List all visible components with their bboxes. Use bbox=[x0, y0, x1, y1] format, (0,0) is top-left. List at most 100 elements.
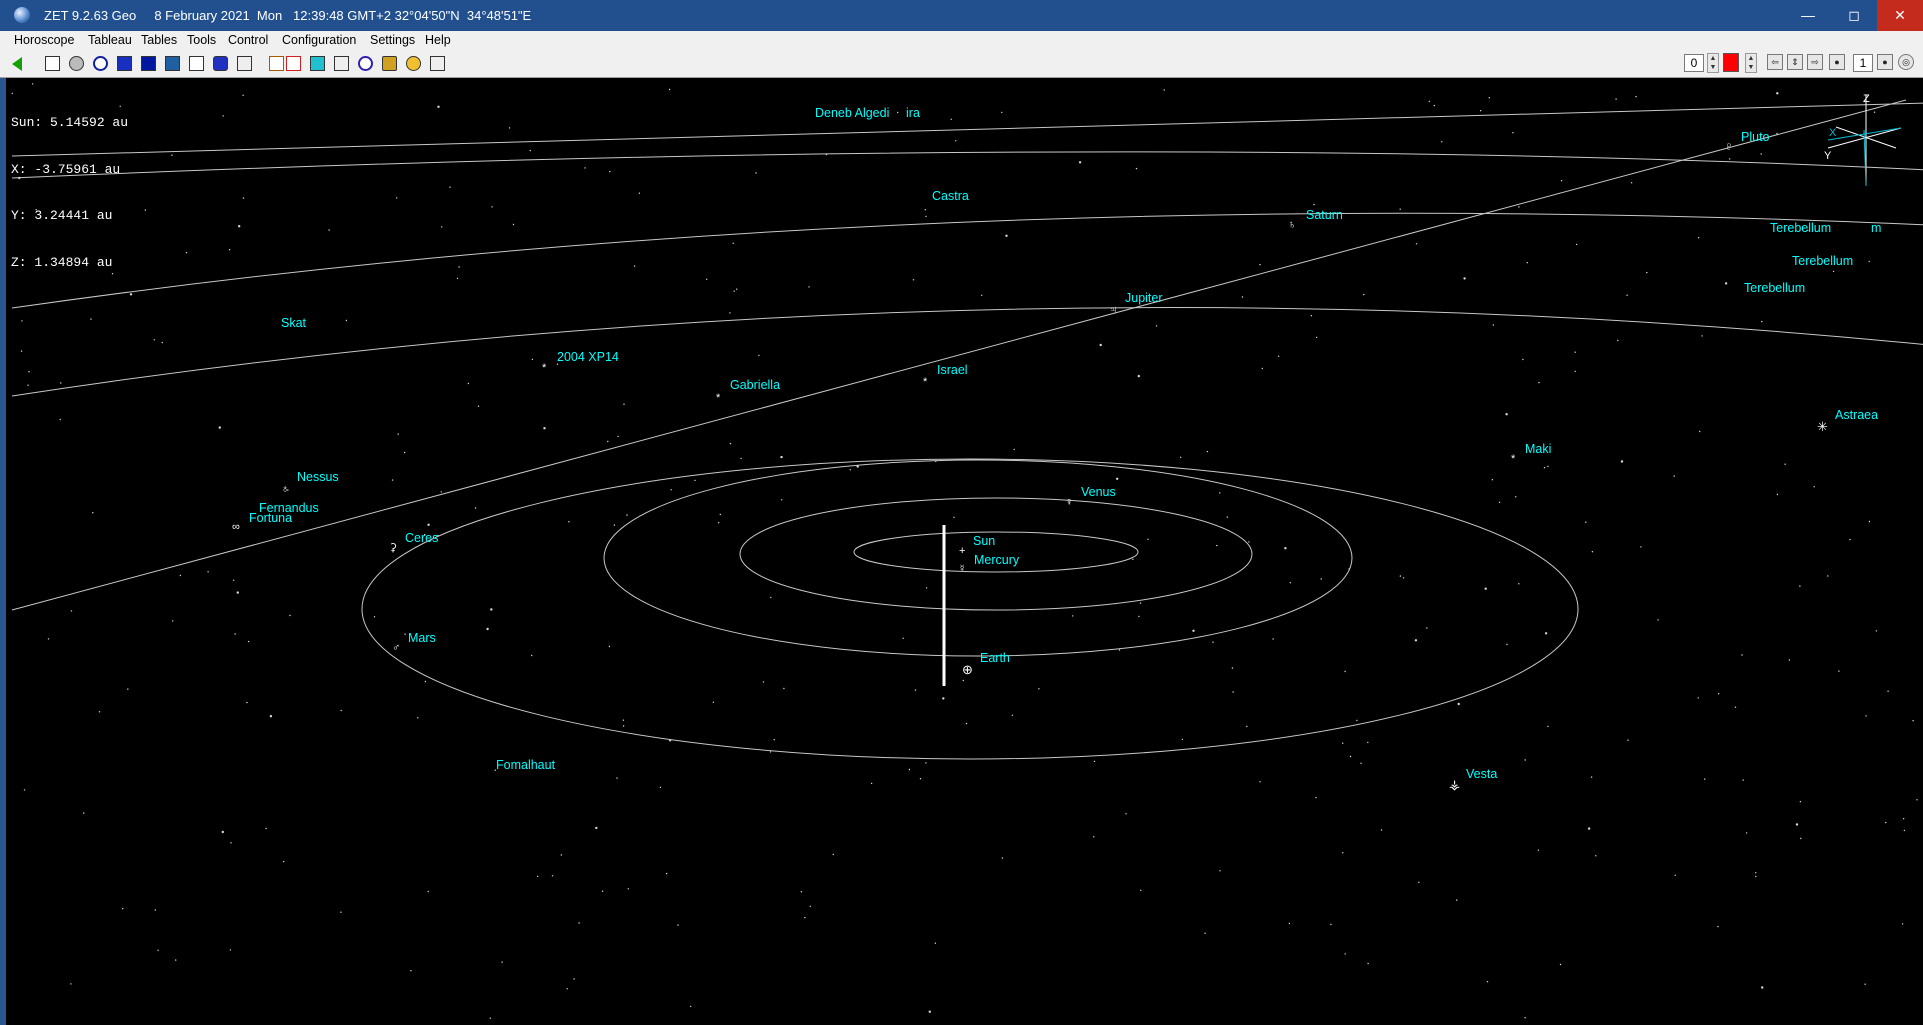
sun-label[interactable]: Sun bbox=[973, 534, 995, 548]
background-star bbox=[595, 826, 598, 830]
castra-label[interactable]: Castra bbox=[932, 189, 969, 203]
cross-table-icon[interactable] bbox=[286, 56, 301, 71]
mars-symbol[interactable]: ♂ bbox=[392, 643, 400, 654]
background-star bbox=[1864, 983, 1866, 985]
value-field-right[interactable]: 1 bbox=[1853, 54, 1873, 72]
background-star bbox=[1524, 1017, 1526, 1019]
xp14-label[interactable]: 2004 XP14 bbox=[557, 350, 619, 364]
sun-symbol[interactable]: + bbox=[959, 546, 965, 557]
background-star bbox=[1717, 925, 1719, 928]
tools-icon[interactable] bbox=[382, 56, 397, 71]
earth-symbol[interactable]: ⊕ bbox=[962, 663, 973, 676]
terebellum-label-3[interactable]: Terebellum bbox=[1744, 281, 1805, 295]
pluto-label[interactable]: Pluto bbox=[1741, 130, 1770, 144]
terebellum-label-1-overlap[interactable]: m bbox=[1871, 221, 1881, 235]
calendar-icon[interactable] bbox=[334, 56, 349, 71]
page-icon[interactable] bbox=[237, 56, 252, 71]
wheel-icon[interactable] bbox=[93, 56, 108, 71]
nessus-symbol[interactable]: ♁ bbox=[281, 484, 289, 495]
background-star bbox=[427, 890, 429, 893]
terebellum-label-2[interactable]: Terebellum bbox=[1792, 254, 1853, 268]
menu-tableau[interactable]: Tableau bbox=[88, 33, 132, 47]
spin-arrows-color[interactable]: ▲ ▼ bbox=[1745, 53, 1757, 73]
background-star bbox=[1799, 585, 1801, 587]
gabriella-label[interactable]: Gabriella bbox=[730, 378, 780, 392]
nessus-label[interactable]: Nessus bbox=[297, 470, 339, 484]
fortuna-symbol[interactable]: ∞ bbox=[232, 522, 240, 533]
background-star bbox=[242, 94, 244, 97]
value-field-left[interactable]: 0 bbox=[1684, 54, 1704, 72]
dot-icon[interactable]: ● bbox=[1829, 54, 1845, 70]
maki-label[interactable]: Maki bbox=[1525, 442, 1551, 456]
menu-horoscope[interactable]: Horoscope bbox=[14, 33, 74, 47]
spin-arrows-left[interactable]: ▲ ▼ bbox=[1707, 53, 1719, 73]
jupiter-label[interactable]: Jupiter bbox=[1125, 291, 1163, 305]
maki-symbol[interactable]: * bbox=[1511, 454, 1515, 465]
chart-grid-icon[interactable] bbox=[141, 56, 156, 71]
back-arrow-icon[interactable] bbox=[12, 57, 22, 71]
jupiter-symbol[interactable]: ♃ bbox=[1109, 305, 1117, 316]
saturn-symbol[interactable]: ♄ bbox=[1288, 220, 1296, 231]
vesta-symbol[interactable]: ⚶ bbox=[1449, 778, 1460, 791]
gabriella-symbol[interactable]: * bbox=[716, 393, 720, 404]
skat-label[interactable]: Skat bbox=[281, 316, 306, 330]
background-star bbox=[1415, 243, 1418, 245]
venus-label[interactable]: Venus bbox=[1081, 485, 1116, 499]
background-star bbox=[236, 591, 239, 594]
fortuna-label[interactable]: Fortuna bbox=[249, 511, 292, 525]
mercury-label[interactable]: Mercury bbox=[974, 553, 1019, 567]
xp14-symbol[interactable]: * bbox=[542, 363, 546, 374]
vesta-label[interactable]: Vesta bbox=[1466, 767, 1497, 781]
close-button[interactable]: ✕ bbox=[1877, 0, 1923, 31]
background-star bbox=[1827, 575, 1829, 577]
menu-tools[interactable]: Tools bbox=[187, 33, 216, 47]
mercury-symbol[interactable]: ☿ bbox=[958, 564, 966, 575]
ira-label[interactable]: ira bbox=[906, 106, 920, 120]
minimize-button[interactable]: — bbox=[1785, 0, 1831, 31]
terebellum-label-1[interactable]: Terebellum bbox=[1770, 221, 1831, 235]
radar-icon[interactable]: ◎ bbox=[1898, 54, 1914, 70]
menu-control[interactable]: Control bbox=[228, 33, 268, 47]
step-up-down-icon[interactable]: ⇕ bbox=[1787, 54, 1803, 70]
background-star bbox=[221, 830, 224, 834]
background-star bbox=[1367, 962, 1369, 965]
ceres-label[interactable]: Ceres bbox=[405, 531, 438, 545]
saturn-label[interactable]: Saturn bbox=[1306, 208, 1343, 222]
mars-label[interactable]: Mars bbox=[408, 631, 436, 645]
step-back-icon[interactable]: ⇦ bbox=[1767, 54, 1783, 70]
table-grid-icon[interactable] bbox=[269, 56, 284, 71]
figure-icon[interactable] bbox=[430, 56, 445, 71]
color-cube-icon[interactable] bbox=[310, 56, 325, 71]
astraea-label[interactable]: Astraea bbox=[1835, 408, 1878, 422]
globe-icon[interactable] bbox=[69, 56, 84, 71]
menu-settings[interactable]: Settings bbox=[370, 33, 415, 47]
dot-small-icon[interactable]: ● bbox=[1877, 54, 1893, 70]
step-forward-icon[interactable]: ⇨ bbox=[1807, 54, 1823, 70]
menu-configuration[interactable]: Configuration bbox=[282, 33, 356, 47]
background-star bbox=[246, 701, 248, 704]
earth-label[interactable]: Earth bbox=[980, 651, 1010, 665]
color-swatch[interactable] bbox=[1723, 53, 1739, 72]
maximize-button[interactable]: ◻ bbox=[1831, 0, 1877, 31]
israel-label[interactable]: Israel bbox=[937, 363, 968, 377]
aspect-grid-icon[interactable] bbox=[165, 56, 180, 71]
table-icon[interactable] bbox=[45, 56, 60, 71]
background-star bbox=[690, 1005, 692, 1008]
menu-help[interactable]: Help bbox=[425, 33, 451, 47]
orbit-icon[interactable] bbox=[358, 56, 373, 71]
star-map-icon[interactable] bbox=[117, 56, 132, 71]
venus-symbol[interactable]: ♀ bbox=[1065, 497, 1073, 508]
deneb-algedi-label[interactable]: Deneb Algedi bbox=[815, 106, 889, 120]
astraea-symbol[interactable]: ✳ bbox=[1817, 420, 1828, 433]
background-star bbox=[531, 654, 533, 657]
background-star bbox=[1135, 167, 1138, 170]
magnet-icon[interactable] bbox=[213, 56, 228, 71]
menu-tables[interactable]: Tables bbox=[141, 33, 177, 47]
atlas-icon[interactable] bbox=[189, 56, 204, 71]
pluto-symbol[interactable]: ♇ bbox=[1725, 142, 1733, 153]
fomalhaut-label[interactable]: Fomalhaut bbox=[496, 758, 555, 772]
background-star bbox=[397, 433, 399, 435]
ceres-symbol[interactable]: ⚳ bbox=[389, 543, 397, 554]
person-icon[interactable] bbox=[406, 56, 421, 71]
israel-symbol[interactable]: * bbox=[923, 377, 927, 388]
